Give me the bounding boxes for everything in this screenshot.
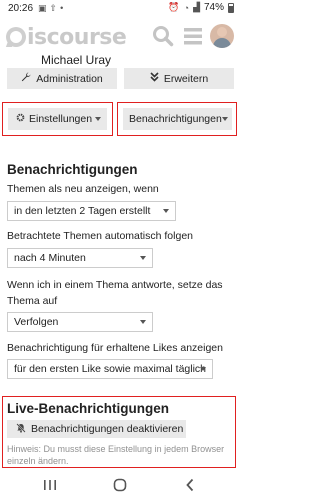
likes-label: Benachrichtigung für erhaltene Likes anz… bbox=[7, 342, 223, 354]
administration-label: Administration bbox=[36, 72, 103, 85]
auto-track-select[interactable]: nach 4 Minuten bbox=[7, 248, 153, 268]
caret-down-icon bbox=[200, 367, 206, 371]
caret-down-icon bbox=[222, 117, 228, 121]
notifications-dropdown[interactable]: Benachrichtigungen bbox=[123, 108, 232, 130]
battery-level: 74% bbox=[203, 2, 224, 13]
more-dot-icon: • bbox=[60, 3, 64, 13]
back-icon[interactable] bbox=[180, 476, 200, 494]
reply-select[interactable]: Verfolgen bbox=[7, 312, 153, 332]
app-header: iscourse bbox=[0, 17, 241, 55]
live-hint-line1: Hinweis: Du musst diese Einstellung in j… bbox=[7, 444, 225, 454]
search-icon[interactable] bbox=[152, 25, 174, 47]
disable-notifications-label: Benachrichtigungen deaktivieren bbox=[31, 423, 184, 435]
status-right: ⏰ ◔ ▟ 74% bbox=[168, 2, 234, 13]
user-avatar[interactable] bbox=[210, 24, 234, 48]
battery-icon bbox=[228, 2, 234, 13]
auto-track-value: nach 4 Minuten bbox=[14, 252, 86, 264]
notifications-heading: Benachrichtigungen bbox=[7, 162, 138, 177]
bell-slash-icon bbox=[16, 422, 26, 436]
double-chevron-down-icon bbox=[150, 72, 159, 85]
wifi-icon: ◔ bbox=[183, 2, 190, 13]
auto-track-label: Betrachtete Themen automatisch folgen bbox=[7, 230, 194, 242]
status-bar: 20:26 ▣ ⇧ • ⏰ ◔ ▟ 74% bbox=[0, 0, 241, 17]
caret-down-icon bbox=[163, 209, 169, 213]
image-icon: ▣ bbox=[38, 3, 47, 13]
reply-label: Wenn ich in einem Thema antworte, setze … bbox=[7, 277, 223, 309]
wrench-icon bbox=[21, 72, 31, 85]
caret-down-icon bbox=[140, 320, 146, 324]
live-hint: Hinweis: Du musst diese Einstellung in j… bbox=[7, 443, 224, 467]
hamburger-menu-icon[interactable] bbox=[182, 25, 204, 47]
settings-dropdown-label: Einstellungen bbox=[29, 113, 93, 125]
reply-label-line1: Wenn ich in einem Thema antworte, setze … bbox=[7, 279, 223, 291]
system-nav-bar bbox=[0, 470, 241, 499]
show-new-select[interactable]: in den letzten 2 Tagen erstellt bbox=[7, 201, 176, 221]
live-hint-line2: einzeln ändern. bbox=[7, 456, 69, 466]
expand-label: Erweitern bbox=[163, 72, 209, 85]
recent-apps-icon[interactable] bbox=[40, 476, 60, 494]
likes-value: für den ersten Like sowie maximal täglic… bbox=[14, 363, 207, 375]
show-new-label: Themen als neu anzeigen, wenn bbox=[7, 183, 159, 195]
user-name: Michael Uray bbox=[41, 53, 112, 67]
administration-button[interactable]: Administration bbox=[7, 68, 117, 89]
discourse-logo[interactable]: iscourse bbox=[6, 23, 127, 51]
expand-button[interactable]: Erweitern bbox=[124, 68, 234, 89]
live-notifications-heading: Live-Benachrichtigungen bbox=[7, 401, 170, 416]
caret-down-icon bbox=[140, 256, 146, 260]
alarm-icon: ⏰ bbox=[168, 2, 180, 12]
signal-icon: ▟ bbox=[193, 2, 200, 12]
notifications-dropdown-label: Benachrichtigungen bbox=[129, 113, 222, 125]
show-new-value: in den letzten 2 Tagen erstellt bbox=[14, 205, 151, 217]
discourse-logo-icon bbox=[6, 27, 26, 47]
reply-label-line2: Thema auf bbox=[7, 295, 58, 307]
likes-select[interactable]: für den ersten Like sowie maximal täglic… bbox=[7, 359, 213, 379]
logo-text: iscourse bbox=[27, 24, 127, 50]
upload-icon: ⇧ bbox=[49, 3, 58, 13]
gear-icon bbox=[16, 113, 25, 125]
home-icon[interactable] bbox=[110, 476, 130, 494]
caret-down-icon bbox=[95, 117, 101, 121]
disable-notifications-button[interactable]: Benachrichtigungen deaktivieren bbox=[7, 420, 186, 438]
status-time: 20:26 bbox=[8, 3, 34, 14]
notification-icons: ▣ ⇧ • bbox=[38, 3, 63, 14]
settings-dropdown[interactable]: Einstellungen bbox=[8, 108, 107, 130]
reply-value: Verfolgen bbox=[14, 316, 59, 328]
